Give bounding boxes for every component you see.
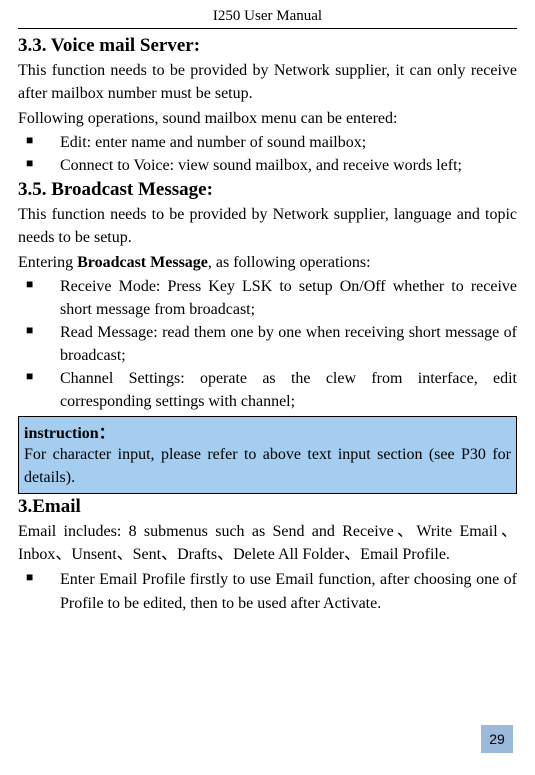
voicemail-para1: This function needs to be provided by Ne…	[18, 59, 517, 105]
broadcast-entering: Entering Broadcast Message, as following…	[18, 251, 517, 274]
broadcast-heading: 3.5. Broadcast Message:	[18, 179, 517, 201]
list-item: Read Message: read them one by one when …	[18, 321, 517, 367]
email-para1: Email includes: 8 submenus such as Send …	[18, 520, 517, 566]
email-list: Enter Email Profile firstly to use Email…	[18, 568, 517, 614]
page-number: 29	[481, 725, 513, 753]
list-item: Enter Email Profile firstly to use Email…	[18, 568, 517, 614]
email-heading: 3.Email	[18, 496, 517, 518]
list-item: Edit: enter name and number of sound mai…	[18, 131, 517, 154]
list-item: Receive Mode: Press Key LSK to setup On/…	[18, 275, 517, 321]
entering-suffix: , as following operations:	[208, 254, 371, 271]
list-item: Channel Settings: operate as the clew fr…	[18, 367, 517, 413]
voicemail-heading: 3.3. Voice mail Server:	[18, 35, 517, 57]
entering-prefix: Entering	[18, 254, 77, 271]
instruction-body: For character input, please refer to abo…	[24, 443, 511, 489]
voicemail-list: Edit: enter name and number of sound mai…	[18, 131, 517, 177]
instruction-box: instruction： For character input, please…	[18, 416, 517, 494]
list-item: Connect to Voice: view sound mailbox, an…	[18, 154, 517, 177]
voicemail-para2: Following operations, sound mailbox menu…	[18, 107, 517, 130]
broadcast-para1: This function needs to be provided by Ne…	[18, 203, 517, 249]
header-title: I250 User Manual	[18, 8, 517, 29]
broadcast-list: Receive Mode: Press Key LSK to setup On/…	[18, 275, 517, 414]
entering-bold: Broadcast Message	[77, 254, 208, 271]
instruction-title: instruction：	[24, 419, 511, 443]
